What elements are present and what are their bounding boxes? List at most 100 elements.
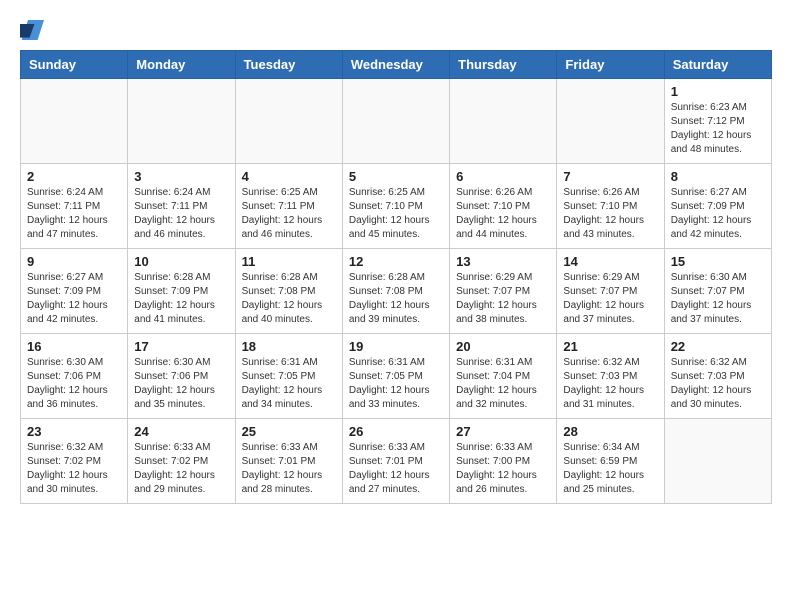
day-info: Sunrise: 6:26 AM Sunset: 7:10 PM Dayligh… (563, 186, 657, 242)
day-info: Sunrise: 6:25 AM Sunset: 7:11 PM Dayligh… (242, 186, 336, 242)
day-info: Sunrise: 6:27 AM Sunset: 7:09 PM Dayligh… (671, 186, 765, 242)
day-number: 18 (242, 339, 336, 354)
calendar-cell: 15 Sunrise: 6:30 AM Sunset: 7:07 PM Dayli… (664, 249, 771, 334)
day-number: 21 (563, 339, 657, 354)
day-number: 5 (349, 169, 443, 184)
calendar-cell (342, 79, 449, 164)
day-number: 12 (349, 254, 443, 269)
day-number: 25 (242, 424, 336, 439)
calendar-cell: 20 Sunrise: 6:31 AM Sunset: 7:04 PM Dayli… (450, 334, 557, 419)
calendar-cell: 8 Sunrise: 6:27 AM Sunset: 7:09 PM Daylig… (664, 164, 771, 249)
day-number: 13 (456, 254, 550, 269)
calendar-cell: 3 Sunrise: 6:24 AM Sunset: 7:11 PM Daylig… (128, 164, 235, 249)
day-info: Sunrise: 6:33 AM Sunset: 7:01 PM Dayligh… (242, 441, 336, 497)
calendar-week-row: 2 Sunrise: 6:24 AM Sunset: 7:11 PM Daylig… (21, 164, 772, 249)
day-info: Sunrise: 6:32 AM Sunset: 7:03 PM Dayligh… (671, 356, 765, 412)
day-info: Sunrise: 6:31 AM Sunset: 7:05 PM Dayligh… (349, 356, 443, 412)
day-info: Sunrise: 6:25 AM Sunset: 7:10 PM Dayligh… (349, 186, 443, 242)
day-number: 17 (134, 339, 228, 354)
day-info: Sunrise: 6:31 AM Sunset: 7:04 PM Dayligh… (456, 356, 550, 412)
day-number: 22 (671, 339, 765, 354)
calendar-cell: 17 Sunrise: 6:30 AM Sunset: 7:06 PM Dayli… (128, 334, 235, 419)
day-number: 6 (456, 169, 550, 184)
calendar-table: SundayMondayTuesdayWednesdayThursdayFrid… (20, 50, 772, 504)
day-number: 8 (671, 169, 765, 184)
calendar-cell (557, 79, 664, 164)
day-number: 9 (27, 254, 121, 269)
calendar-cell: 28 Sunrise: 6:34 AM Sunset: 6:59 PM Dayli… (557, 419, 664, 504)
day-number: 20 (456, 339, 550, 354)
day-number: 15 (671, 254, 765, 269)
calendar-cell: 9 Sunrise: 6:27 AM Sunset: 7:09 PM Daylig… (21, 249, 128, 334)
calendar-cell: 6 Sunrise: 6:26 AM Sunset: 7:10 PM Daylig… (450, 164, 557, 249)
day-number: 23 (27, 424, 121, 439)
calendar-cell: 5 Sunrise: 6:25 AM Sunset: 7:10 PM Daylig… (342, 164, 449, 249)
day-info: Sunrise: 6:31 AM Sunset: 7:05 PM Dayligh… (242, 356, 336, 412)
day-number: 24 (134, 424, 228, 439)
calendar-week-row: 16 Sunrise: 6:30 AM Sunset: 7:06 PM Dayli… (21, 334, 772, 419)
day-info: Sunrise: 6:27 AM Sunset: 7:09 PM Dayligh… (27, 271, 121, 327)
weekday-header: Sunday (21, 51, 128, 79)
day-info: Sunrise: 6:30 AM Sunset: 7:06 PM Dayligh… (134, 356, 228, 412)
day-number: 14 (563, 254, 657, 269)
calendar-cell: 22 Sunrise: 6:32 AM Sunset: 7:03 PM Dayli… (664, 334, 771, 419)
day-number: 1 (671, 84, 765, 99)
calendar-cell (21, 79, 128, 164)
day-info: Sunrise: 6:24 AM Sunset: 7:11 PM Dayligh… (27, 186, 121, 242)
weekday-header: Friday (557, 51, 664, 79)
day-info: Sunrise: 6:33 AM Sunset: 7:00 PM Dayligh… (456, 441, 550, 497)
weekday-header: Tuesday (235, 51, 342, 79)
day-info: Sunrise: 6:34 AM Sunset: 6:59 PM Dayligh… (563, 441, 657, 497)
calendar-cell: 10Sunrise: 6:28 AM Sunset: 7:09 PM Dayli… (128, 249, 235, 334)
weekday-header: Monday (128, 51, 235, 79)
weekday-header: Wednesday (342, 51, 449, 79)
day-info: Sunrise: 6:23 AM Sunset: 7:12 PM Dayligh… (671, 101, 765, 157)
day-number: 3 (134, 169, 228, 184)
calendar-cell: 18 Sunrise: 6:31 AM Sunset: 7:05 PM Dayli… (235, 334, 342, 419)
day-info: Sunrise: 6:28 AM Sunset: 7:08 PM Dayligh… (242, 271, 336, 327)
calendar-cell (450, 79, 557, 164)
calendar-cell: 4 Sunrise: 6:25 AM Sunset: 7:11 PM Daylig… (235, 164, 342, 249)
weekday-header: Thursday (450, 51, 557, 79)
day-info: Sunrise: 6:29 AM Sunset: 7:07 PM Dayligh… (563, 271, 657, 327)
calendar-cell: 11Sunrise: 6:28 AM Sunset: 7:08 PM Dayli… (235, 249, 342, 334)
calendar-week-row: 23Sunrise: 6:32 AM Sunset: 7:02 PM Dayli… (21, 419, 772, 504)
day-number: 28 (563, 424, 657, 439)
day-number: 7 (563, 169, 657, 184)
calendar-cell: 2 Sunrise: 6:24 AM Sunset: 7:11 PM Daylig… (21, 164, 128, 249)
day-number: 4 (242, 169, 336, 184)
calendar-header-row: SundayMondayTuesdayWednesdayThursdayFrid… (21, 51, 772, 79)
day-info: Sunrise: 6:24 AM Sunset: 7:11 PM Dayligh… (134, 186, 228, 242)
day-info: Sunrise: 6:32 AM Sunset: 7:03 PM Dayligh… (563, 356, 657, 412)
weekday-header: Saturday (664, 51, 771, 79)
calendar-cell: 14 Sunrise: 6:29 AM Sunset: 7:07 PM Dayli… (557, 249, 664, 334)
calendar-cell: 7 Sunrise: 6:26 AM Sunset: 7:10 PM Daylig… (557, 164, 664, 249)
day-info: Sunrise: 6:30 AM Sunset: 7:06 PM Dayligh… (27, 356, 121, 412)
calendar-cell (128, 79, 235, 164)
calendar-cell (664, 419, 771, 504)
day-number: 19 (349, 339, 443, 354)
calendar-cell: 16 Sunrise: 6:30 AM Sunset: 7:06 PM Dayli… (21, 334, 128, 419)
calendar-cell: 19 Sunrise: 6:31 AM Sunset: 7:05 PM Dayli… (342, 334, 449, 419)
calendar-week-row: 9 Sunrise: 6:27 AM Sunset: 7:09 PM Daylig… (21, 249, 772, 334)
calendar-cell: 24Sunrise: 6:33 AM Sunset: 7:02 PM Dayli… (128, 419, 235, 504)
calendar-cell: 26Sunrise: 6:33 AM Sunset: 7:01 PM Dayli… (342, 419, 449, 504)
logo (20, 20, 48, 40)
calendar-week-row: 1 Sunrise: 6:23 AM Sunset: 7:12 PM Daylig… (21, 79, 772, 164)
day-info: Sunrise: 6:28 AM Sunset: 7:09 PM Dayligh… (134, 271, 228, 327)
day-number: 2 (27, 169, 121, 184)
day-info: Sunrise: 6:26 AM Sunset: 7:10 PM Dayligh… (456, 186, 550, 242)
calendar-cell: 25 Sunrise: 6:33 AM Sunset: 7:01 PM Dayli… (235, 419, 342, 504)
day-info: Sunrise: 6:29 AM Sunset: 7:07 PM Dayligh… (456, 271, 550, 327)
calendar-cell: 27 Sunrise: 6:33 AM Sunset: 7:00 PM Dayli… (450, 419, 557, 504)
day-number: 27 (456, 424, 550, 439)
logo-icon (20, 20, 44, 40)
day-info: Sunrise: 6:30 AM Sunset: 7:07 PM Dayligh… (671, 271, 765, 327)
calendar-cell (235, 79, 342, 164)
day-number: 16 (27, 339, 121, 354)
day-info: Sunrise: 6:33 AM Sunset: 7:01 PM Dayligh… (349, 441, 443, 497)
calendar-cell: 12 Sunrise: 6:28 AM Sunset: 7:08 PM Dayli… (342, 249, 449, 334)
day-info: Sunrise: 6:28 AM Sunset: 7:08 PM Dayligh… (349, 271, 443, 327)
page-header (20, 20, 772, 40)
calendar-cell: 21 Sunrise: 6:32 AM Sunset: 7:03 PM Dayli… (557, 334, 664, 419)
